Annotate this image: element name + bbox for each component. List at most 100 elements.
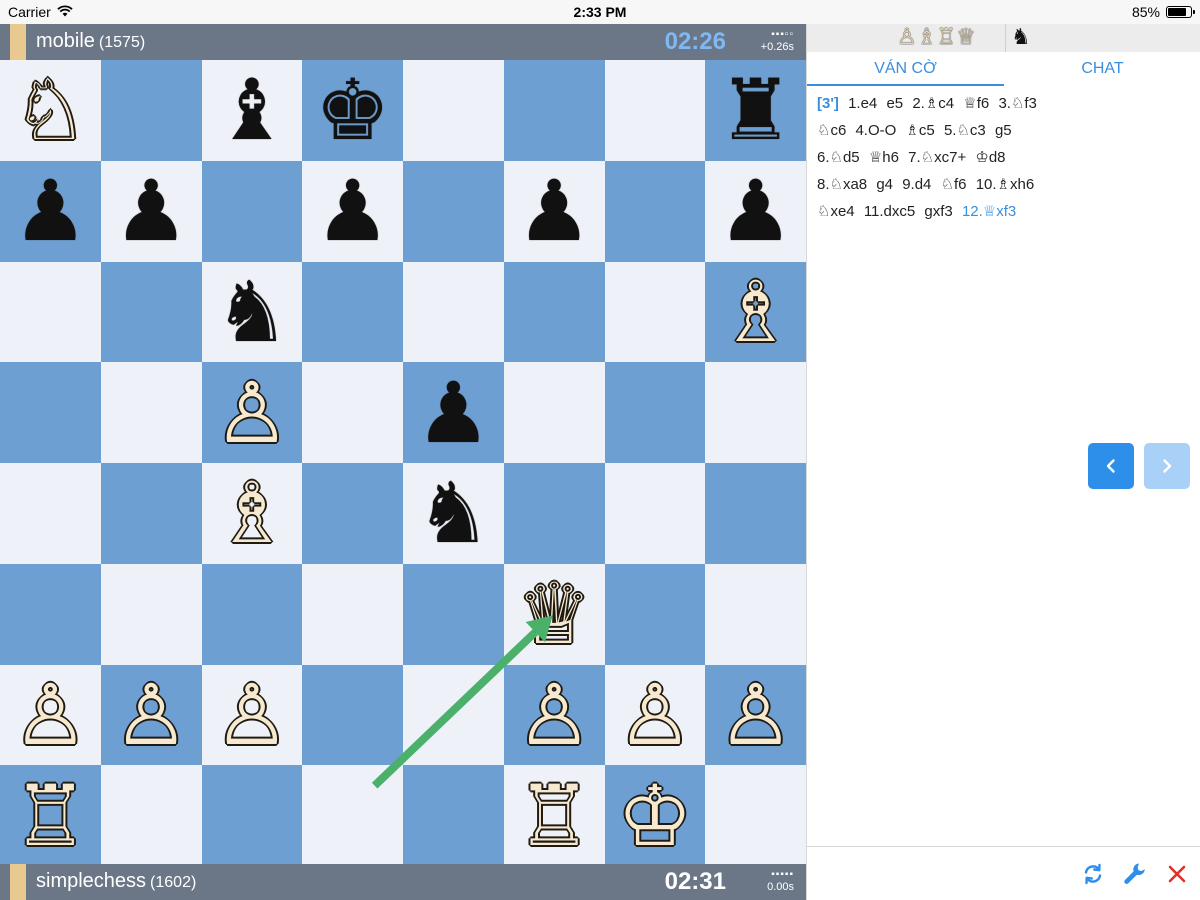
white-rook-a1[interactable]: ♖ (0, 765, 101, 866)
white-pawn-c5[interactable]: ♙ (202, 362, 303, 463)
square-e2[interactable] (403, 664, 504, 766)
white-pawn-c2[interactable]: ♙ (202, 665, 303, 766)
close-icon (1168, 865, 1186, 883)
move-item[interactable]: 12.♕xf3 (962, 203, 1016, 220)
black-knight-c6[interactable]: ♞ (202, 262, 303, 363)
square-h1[interactable] (705, 765, 807, 867)
move-item[interactable]: 8.♘xa8 (817, 176, 867, 193)
square-b1[interactable] (100, 765, 202, 867)
square-d1[interactable] (302, 765, 404, 867)
square-d6[interactable] (302, 261, 404, 363)
previous-move-button[interactable] (1088, 443, 1134, 489)
square-g3[interactable] (604, 563, 706, 665)
square-f5[interactable] (503, 362, 605, 464)
square-a4[interactable] (0, 463, 101, 564)
square-h3[interactable] (705, 563, 807, 665)
square-b4[interactable] (100, 463, 202, 564)
close-game-button[interactable] (1162, 859, 1192, 889)
square-e7[interactable] (403, 160, 504, 262)
square-e1[interactable] (403, 765, 504, 867)
white-knight-a8[interactable]: ♘ (0, 60, 101, 161)
battery-percent: 85% (1131, 4, 1160, 20)
black-bishop-c8[interactable]: ♝ (202, 60, 303, 161)
move-item[interactable]: ♔d8 (975, 149, 1005, 166)
square-f8[interactable] (503, 60, 605, 161)
move-item[interactable]: ♗c5 (905, 122, 934, 139)
black-pawn-f7[interactable]: ♟ (504, 161, 605, 262)
square-f6[interactable] (503, 261, 605, 363)
top-player-rating: (1575) (98, 34, 146, 51)
move-item[interactable]: 1.e4 (848, 95, 877, 112)
captured-white-pieces: ♙♗♖♕ (897, 25, 976, 50)
square-g4[interactable] (604, 463, 706, 564)
square-a5[interactable] (0, 362, 101, 464)
tab-game[interactable]: VÁN CỜ (807, 52, 1004, 86)
white-bishop-h6[interactable]: ♗ (705, 262, 806, 363)
move-item[interactable]: ♘f6 (941, 176, 967, 193)
move-item[interactable]: 4.O-O (855, 122, 896, 139)
white-pawn-a2[interactable]: ♙ (0, 665, 101, 766)
square-d5[interactable] (302, 362, 404, 464)
square-c1[interactable] (201, 765, 303, 867)
white-queen-f3[interactable]: ♕ (504, 564, 605, 665)
move-item[interactable]: g4 (876, 176, 893, 193)
move-item[interactable]: 7.♘xc7+ (908, 149, 966, 166)
square-a6[interactable] (0, 261, 101, 363)
square-b3[interactable] (100, 563, 202, 665)
square-b8[interactable] (100, 60, 202, 161)
square-g6[interactable] (604, 261, 706, 363)
black-pawn-d7[interactable]: ♟ (302, 161, 403, 262)
move-item[interactable]: 2.♗c4 (912, 95, 954, 112)
move-item[interactable]: g5 (995, 122, 1012, 139)
move-item[interactable]: 6.♘d5 (817, 149, 860, 166)
square-d2[interactable] (302, 664, 404, 766)
move-item[interactable]: ♘c6 (817, 122, 846, 139)
white-pawn-g2[interactable]: ♙ (605, 665, 706, 766)
square-g5[interactable] (604, 362, 706, 464)
black-knight-e4[interactable]: ♞ (403, 463, 504, 564)
move-item[interactable]: 9.d4 (902, 176, 931, 193)
white-pawn-b2[interactable]: ♙ (101, 665, 202, 766)
tab-chat[interactable]: CHAT (1004, 52, 1200, 86)
settings-button[interactable] (1120, 859, 1150, 889)
black-king-d8[interactable]: ♚ (302, 60, 403, 161)
square-b5[interactable] (100, 362, 202, 464)
square-b6[interactable] (100, 261, 202, 363)
square-h4[interactable] (705, 463, 807, 564)
square-e8[interactable] (403, 60, 504, 161)
square-c7[interactable] (201, 160, 303, 262)
white-rook-f1[interactable]: ♖ (504, 765, 605, 866)
square-a3[interactable] (0, 563, 101, 665)
move-item[interactable]: 5.♘c3 (944, 122, 986, 139)
next-move-button[interactable] (1144, 443, 1190, 489)
white-bishop-c4[interactable]: ♗ (202, 463, 303, 564)
black-pawn-b7[interactable]: ♟ (101, 161, 202, 262)
move-item[interactable]: ♘xe4 (817, 203, 855, 220)
black-pawn-h7[interactable]: ♟ (705, 161, 806, 262)
square-h5[interactable] (705, 362, 807, 464)
move-item[interactable]: 11.dxc5 (864, 203, 915, 220)
black-rook-h8[interactable]: ♜ (705, 60, 806, 161)
square-f4[interactable] (503, 463, 605, 564)
flip-board-button[interactable] (1078, 859, 1108, 889)
move-item[interactable]: 10.♗xh6 (976, 176, 1034, 193)
square-e3[interactable] (403, 563, 504, 665)
square-g7[interactable] (604, 160, 706, 262)
square-c3[interactable] (201, 563, 303, 665)
square-d4[interactable] (302, 463, 404, 564)
move-item[interactable]: ♕f6 (963, 95, 989, 112)
move-item[interactable]: gxf3 (924, 203, 952, 220)
white-pawn-f2[interactable]: ♙ (504, 665, 605, 766)
white-king-g1[interactable]: ♔ (605, 765, 706, 866)
move-item[interactable]: 3.♘f3 (998, 95, 1036, 112)
square-d3[interactable] (302, 563, 404, 665)
square-e6[interactable] (403, 261, 504, 363)
black-pawn-e5[interactable]: ♟ (403, 362, 504, 463)
square-g8[interactable] (604, 60, 706, 161)
battery-fill (1168, 8, 1186, 16)
black-pawn-a7[interactable]: ♟ (0, 161, 101, 262)
move-item[interactable]: ♕h6 (869, 149, 899, 166)
white-pawn-h2[interactable]: ♙ (705, 665, 806, 766)
move-item[interactable]: e5 (886, 95, 903, 112)
chess-board[interactable]: ♘ ♝ ♚ ♜ ♟ ♟ ♟ ♟ ♟ ♞ ♗ ♙ ♟ ♗ ♞ ♕ ♙ ♙ ♙ ♙ ♙ ♙ ♖ ♖ ♔ (0, 60, 807, 867)
